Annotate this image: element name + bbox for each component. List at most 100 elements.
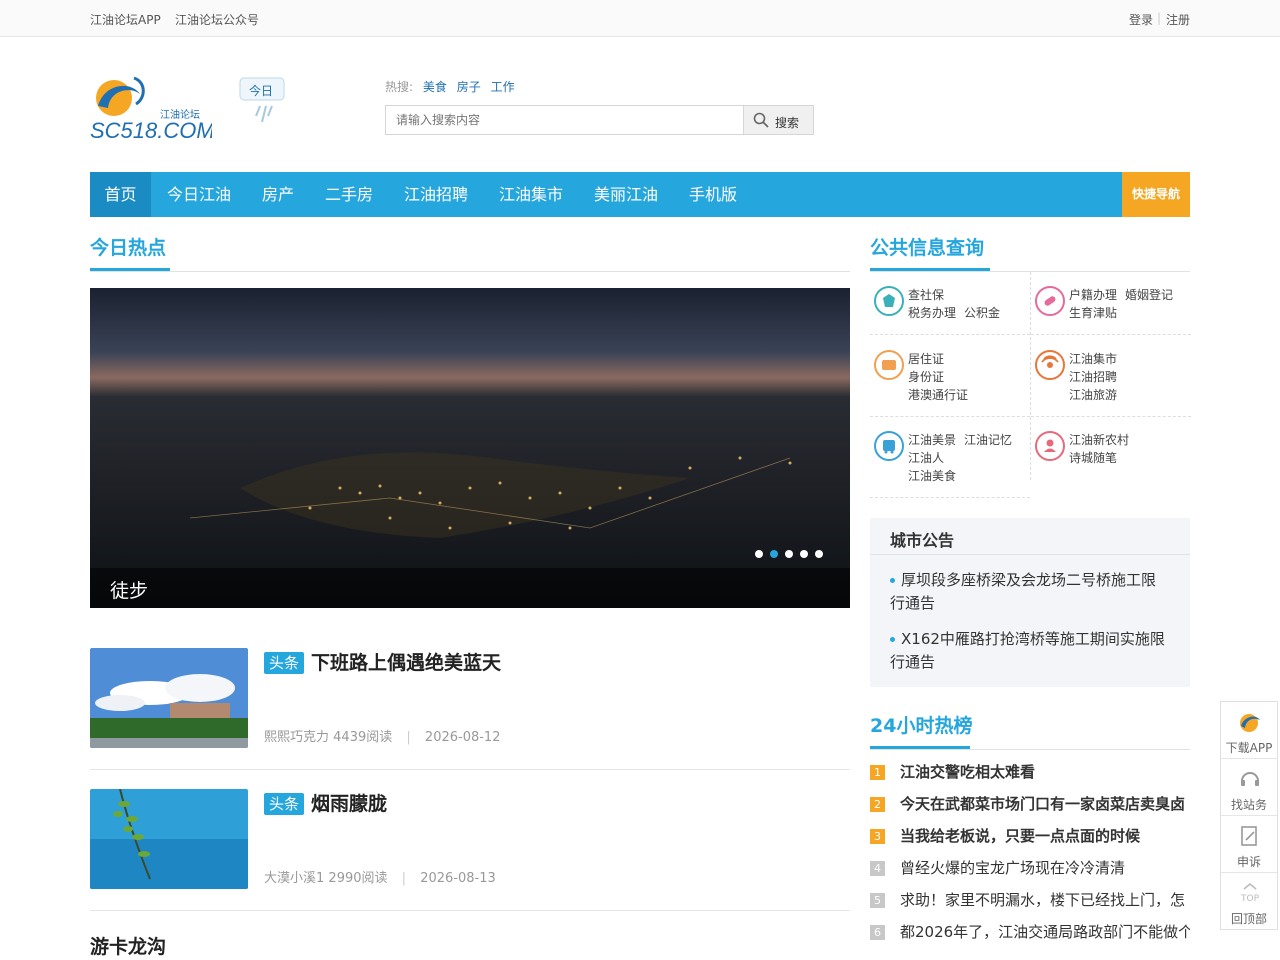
site-logo[interactable]: 江油论坛 SC518.COM <box>90 72 215 143</box>
rank-number: 6 <box>870 925 885 940</box>
nav-item-mobile[interactable]: 手机版 <box>689 172 737 217</box>
login-link[interactable]: 登录 <box>1129 11 1153 28</box>
info-link[interactable]: 居住证 <box>908 352 944 366</box>
weather-icon: 今日 <box>239 77 285 123</box>
headset-icon <box>1241 772 1259 786</box>
card-icon <box>874 350 904 380</box>
news-thumbnail[interactable] <box>90 648 248 748</box>
rank-title[interactable]: 求助！家里不明漏水，楼下已经找上门，怎 <box>900 889 1190 910</box>
section-underline <box>870 746 970 749</box>
notice-title: 城市公告 <box>890 531 955 550</box>
notice-divider <box>870 554 1190 555</box>
rank-title[interactable]: 当我给老板说，只要一点点面的时候 <box>900 825 1190 846</box>
nav-item-home[interactable]: 首页 <box>90 172 151 217</box>
float-label: 找站务 <box>1230 798 1267 812</box>
slider-dot[interactable] <box>800 550 808 558</box>
nav-item-beauty[interactable]: 美丽江油 <box>594 172 658 217</box>
search-button[interactable]: 搜索 <box>743 106 813 134</box>
image-slider[interactable]: 徒步 <box>90 288 850 608</box>
hot-search-label: 热搜: <box>385 80 414 94</box>
contact-admin-button[interactable]: 找站务 <box>1221 759 1277 816</box>
hot-rank-item[interactable]: 1 江油交警吃相太难看 <box>870 761 1190 785</box>
rank-title[interactable]: 今天在武都菜市场门口有一家卤菜店卖臭卤 <box>900 793 1190 814</box>
main-nav: 首页 今日江油 房产 二手房 江油招聘 江油集市 美丽江油 手机版 快捷导航 <box>90 172 1190 217</box>
info-link[interactable]: 身份证 <box>908 370 944 384</box>
news-title[interactable]: 下班路上偶遇绝美蓝天 <box>311 648 501 675</box>
slider-dot[interactable] <box>815 550 823 558</box>
back-to-top-button[interactable]: TOP 回顶部 <box>1221 873 1277 930</box>
app-link[interactable]: 江油论坛APP <box>90 11 161 28</box>
divider: | <box>1157 11 1162 25</box>
notice-item[interactable]: 厚坝段多座桥梁及会龙场二号桥施工限行通告 <box>890 569 1170 615</box>
nav-item-market[interactable]: 江油集市 <box>499 172 563 217</box>
news-item[interactable]: 头条 烟雨朦胧 大漠小溪1 2990阅读 | 2026-08-13 <box>90 789 850 911</box>
hot-rank-item[interactable]: 2 今天在武都菜市场门口有一家卤菜店卖臭卤 <box>870 793 1190 817</box>
section-title-public-info: 公共信息查询 <box>870 237 985 259</box>
news-reads: 4439阅读 <box>333 730 393 745</box>
rank-number: 5 <box>870 893 885 908</box>
info-link[interactable]: 婚姻登记 <box>1125 288 1173 302</box>
notice-item[interactable]: X162中雁路打抢湾桥等施工期间实施限行通告 <box>890 628 1170 674</box>
rank-title[interactable]: 都2026年了，江油交通局路政部门不能做个 <box>900 921 1190 942</box>
float-label: 回顶部 <box>1230 912 1267 926</box>
info-link[interactable]: 查社保 <box>908 288 944 302</box>
news-date: 2026-08-12 <box>424 730 501 745</box>
pill-icon <box>1035 286 1065 316</box>
info-link[interactable]: 户籍办理 <box>1069 288 1117 302</box>
weather-label: 今日 <box>249 83 273 98</box>
slide-caption[interactable]: 徒步 <box>110 576 148 603</box>
hot-keyword[interactable]: 房子 <box>457 80 481 94</box>
quick-nav-button[interactable]: 快捷导航 <box>1122 172 1190 217</box>
search-box: 搜索 <box>385 105 814 135</box>
info-link[interactable]: 生育津贴 <box>1069 306 1117 320</box>
news-thumbnail[interactable] <box>90 789 248 889</box>
hot-keyword[interactable]: 工作 <box>491 80 515 94</box>
info-link[interactable]: 税务办理 <box>908 306 956 320</box>
info-link[interactable]: 江油美食 <box>908 469 956 483</box>
hot-rank-item[interactable]: 3 当我给老板说，只要一点点面的时候 <box>870 825 1190 849</box>
hot-keyword[interactable]: 美食 <box>423 80 447 94</box>
slider-dot[interactable] <box>755 550 763 558</box>
news-date: 2026-08-13 <box>420 871 496 886</box>
info-link[interactable]: 诗城随笔 <box>1069 451 1117 465</box>
download-app-button[interactable]: 下载APP <box>1221 702 1277 759</box>
rank-title[interactable]: 曾经火爆的宝龙广场现在冷冷清清 <box>900 857 1190 878</box>
info-link[interactable]: 港澳通行证 <box>908 388 968 402</box>
search-input[interactable] <box>386 106 743 134</box>
nav-item-jobs[interactable]: 江油招聘 <box>404 172 468 217</box>
info-cell-village: 江油新农村 诗城随笔 <box>1031 417 1191 480</box>
rank-title[interactable]: 江油交警吃相太难看 <box>900 761 1190 782</box>
news-title[interactable]: 游卡龙沟 <box>90 932 166 959</box>
info-link[interactable]: 江油集市 <box>1069 352 1117 366</box>
info-link[interactable]: 江油记忆 <box>964 433 1012 447</box>
slider-dot-active[interactable] <box>770 550 778 558</box>
meta-separator: | <box>406 730 411 745</box>
wechat-link[interactable]: 江油论坛公众号 <box>175 11 259 28</box>
register-link[interactable]: 注册 <box>1166 11 1190 28</box>
complaint-button[interactable]: 申诉 <box>1221 816 1277 873</box>
hot-rank-item[interactable]: 4 曾经火爆的宝龙广场现在冷冷清清 <box>870 857 1190 881</box>
section-title-today-hot: 今日热点 <box>90 237 167 259</box>
info-link[interactable]: 江油招聘 <box>1069 370 1117 384</box>
news-author[interactable]: 熙熙巧克力 <box>264 730 329 745</box>
nav-item-house[interactable]: 房产 <box>262 172 294 217</box>
hot-rank-item[interactable]: 5 求助！家里不明漏水，楼下已经找上门，怎 <box>870 889 1190 913</box>
hot-rank-item[interactable]: 6 都2026年了，江油交通局路政部门不能做个 <box>870 921 1190 945</box>
info-link[interactable]: 江油美景 <box>908 433 956 447</box>
news-author[interactable]: 大漠小溪1 <box>264 871 324 886</box>
slider-dot[interactable] <box>785 550 793 558</box>
nav-item-today[interactable]: 今日江油 <box>167 172 231 217</box>
arrow-up-icon: TOP <box>1240 882 1260 904</box>
info-link[interactable]: 江油新农村 <box>1069 433 1129 447</box>
info-link[interactable]: 江油旅游 <box>1069 388 1117 402</box>
info-link[interactable]: 江油人 <box>908 451 944 465</box>
news-title[interactable]: 烟雨朦胧 <box>311 789 387 816</box>
shield-icon <box>874 286 904 316</box>
nav-item-second-hand[interactable]: 二手房 <box>325 172 373 217</box>
info-link[interactable]: 公积金 <box>964 306 1000 320</box>
weather-widget[interactable]: 今日 <box>238 72 288 132</box>
news-item[interactable]: 头条 下班路上偶遇绝美蓝天 熙熙巧克力 4439阅读 | 2026-08-12 <box>90 648 850 770</box>
headline-badge: 头条 <box>264 793 305 815</box>
float-label: 下载APP <box>1225 741 1273 755</box>
section-title-hot24: 24小时热榜 <box>870 715 973 737</box>
